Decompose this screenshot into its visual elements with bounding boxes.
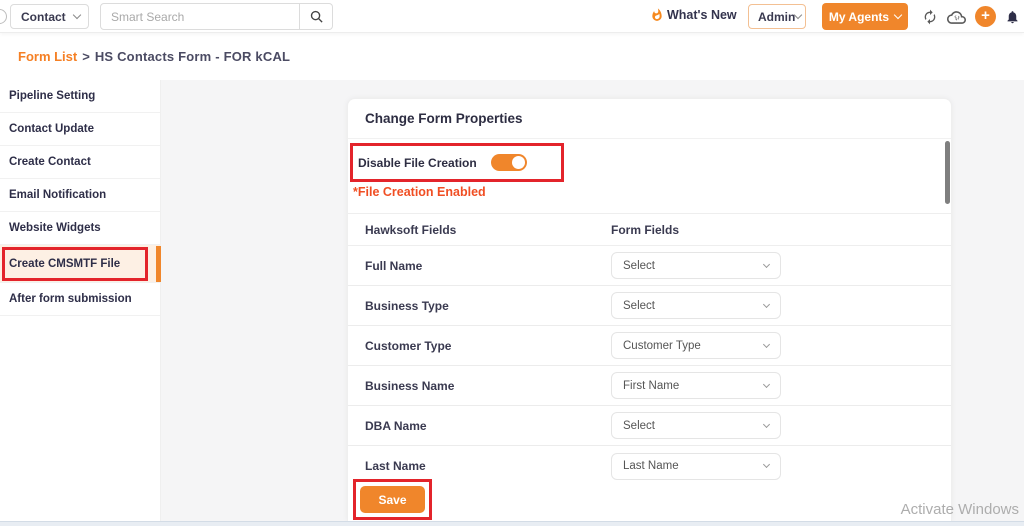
- hawksoft-field-label: DBA Name: [365, 418, 427, 433]
- card-title: Change Form Properties: [365, 111, 523, 126]
- chevron-down-icon: [762, 300, 771, 308]
- sidebar-item-email-notification[interactable]: Email Notification: [0, 179, 160, 212]
- sidebar-item-website-widgets[interactable]: Website Widgets: [0, 212, 160, 245]
- cloud-sync-icon: [946, 8, 966, 27]
- select-value: Select: [623, 299, 655, 312]
- field-mapping-row: Business Name First Name: [348, 366, 951, 406]
- column-header-form-fields: Form Fields: [611, 222, 680, 237]
- select-value: Select: [623, 419, 655, 432]
- hawksoft-field-label: Full Name: [365, 258, 423, 273]
- select-value: Customer Type: [623, 339, 701, 352]
- search-icon: [309, 9, 324, 24]
- chevron-down-icon: [794, 10, 803, 20]
- search-button[interactable]: [300, 3, 333, 30]
- save-button[interactable]: Save: [360, 486, 425, 513]
- sidebar-item-label: Create Contact: [9, 156, 91, 168]
- sidebar-item-label: Create CMSMTF File: [9, 257, 121, 270]
- hawksoft-field-label: Business Name: [365, 378, 455, 393]
- my-agents-label: My Agents: [828, 9, 890, 24]
- form-properties-card: Change Form Properties Disable File Crea…: [347, 98, 952, 521]
- form-field-select-last-name[interactable]: Last Name: [611, 452, 781, 480]
- refresh-button[interactable]: [920, 7, 940, 27]
- sidebar: Pipeline Setting Contact Update Create Con…: [0, 80, 161, 521]
- whats-new-label: What's New: [667, 8, 737, 22]
- chevron-down-icon: [762, 460, 771, 469]
- annotation-box-toggle: Disable File Creation: [350, 143, 564, 182]
- sidebar-item-after-form-submission[interactable]: After form submission: [0, 283, 160, 316]
- annotation-box-save: Save: [353, 479, 432, 520]
- content-area: Pipeline Setting Contact Update Create Con…: [0, 80, 1024, 521]
- bell-icon: [1005, 9, 1020, 25]
- admin-select[interactable]: Admin: [748, 4, 806, 29]
- chevron-down-icon: [762, 420, 771, 428]
- form-field-select-full-name[interactable]: Select: [611, 252, 781, 279]
- flame-icon: [650, 7, 664, 23]
- sidebar-item-label: Website Widgets: [9, 222, 101, 234]
- chevron-down-icon: [893, 10, 903, 20]
- hawksoft-field-label: Last Name: [365, 459, 426, 473]
- select-value: Last Name: [623, 460, 679, 472]
- column-header-hawksoft-fields: Hawksoft Fields: [365, 222, 457, 237]
- whats-new-link[interactable]: What's New: [650, 7, 737, 23]
- toggle-knob: [511, 156, 525, 169]
- bottom-edge-strip: [0, 521, 1024, 526]
- sidebar-item-create-cmsmtf-file[interactable]: Create CMSMTF File: [0, 245, 161, 283]
- breadcrumb: Form List > HS Contacts Form - FOR kCAL: [0, 33, 1024, 80]
- chevron-down-icon: [72, 10, 82, 20]
- notifications-button[interactable]: [1002, 7, 1022, 27]
- disable-file-creation-label: Disable File Creation: [358, 155, 477, 170]
- hawksoft-field-label: Business Type: [365, 298, 449, 313]
- context-select-value: Contact: [21, 9, 66, 24]
- chevron-down-icon: [762, 340, 771, 348]
- breadcrumb-separator: >: [82, 49, 90, 64]
- scrollbar-thumb[interactable]: [945, 141, 950, 204]
- field-mapping-row: Full Name Select: [348, 246, 951, 286]
- field-mapping-row: Last Name Last Name: [348, 446, 951, 486]
- sidebar-item-contact-update[interactable]: Contact Update: [0, 113, 160, 146]
- partial-icon: [0, 9, 7, 24]
- select-value: Select: [623, 259, 655, 272]
- main-area: Change Form Properties Disable File Crea…: [161, 80, 1024, 521]
- card-header: Change Form Properties: [348, 99, 951, 139]
- sidebar-item-create-contact[interactable]: Create Contact: [0, 146, 160, 179]
- hawksoft-field-label: Customer Type: [365, 338, 452, 353]
- admin-select-value: Admin: [758, 9, 796, 24]
- field-mapping-row: DBA Name Select: [348, 406, 951, 446]
- search-group: [100, 3, 333, 30]
- breadcrumb-link-form-list[interactable]: Form List: [18, 49, 77, 64]
- form-field-select-business-name[interactable]: First Name: [611, 372, 781, 399]
- breadcrumb-current: HS Contacts Form - FOR kCAL: [94, 49, 291, 64]
- field-mapping-row: Business Type Select: [348, 286, 951, 326]
- table-header-row: Hawksoft Fields Form Fields: [348, 213, 951, 246]
- select-value: First Name: [623, 379, 680, 392]
- file-creation-status-text: *File Creation Enabled: [353, 185, 486, 199]
- sidebar-item-label: After form submission: [9, 293, 132, 305]
- add-button[interactable]: +: [975, 6, 996, 27]
- field-mapping-row: Customer Type Customer Type: [348, 326, 951, 366]
- search-input[interactable]: [100, 3, 300, 30]
- plus-icon: +: [981, 7, 990, 24]
- form-field-select-customer-type[interactable]: Customer Type: [611, 332, 781, 359]
- top-bar: Contact What's New Admin My Agents: [0, 0, 1024, 33]
- sidebar-item-label: Pipeline Setting: [9, 90, 96, 102]
- refresh-icon: [922, 9, 938, 25]
- sidebar-item-label: Contact Update: [9, 123, 94, 135]
- sidebar-item-label: Email Notification: [9, 189, 107, 201]
- chevron-down-icon: [762, 260, 771, 268]
- my-agents-button[interactable]: My Agents: [822, 3, 908, 30]
- activate-windows-watermark: Activate Windows: [900, 501, 1019, 518]
- sidebar-item-pipeline-setting[interactable]: Pipeline Setting: [0, 80, 160, 113]
- disable-file-creation-toggle[interactable]: [490, 154, 527, 171]
- form-field-select-business-type[interactable]: Select: [611, 292, 781, 319]
- cloud-sync-button[interactable]: [946, 7, 966, 27]
- form-field-select-dba-name[interactable]: Select: [611, 412, 781, 439]
- context-select[interactable]: Contact: [10, 4, 89, 29]
- chevron-down-icon: [762, 380, 771, 388]
